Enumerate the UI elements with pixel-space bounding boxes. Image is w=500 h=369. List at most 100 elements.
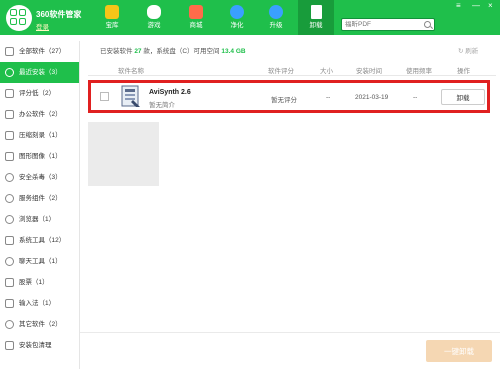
sidebar-item-label: 评分低（2） (19, 90, 56, 97)
sidebar-item-stocks[interactable]: 股票（1） (0, 272, 79, 293)
close-icon[interactable]: × (488, 2, 493, 10)
star-icon (5, 320, 14, 329)
header-action: 操作 (457, 68, 470, 75)
gamepad-icon (147, 5, 161, 19)
star-icon (105, 5, 119, 19)
refresh-icon: ↻ (458, 48, 464, 55)
top-header: 360软件管家 登录 宝库 游戏 商城 净化 升级 卸载 ≡ — × (0, 0, 500, 35)
shield-icon (230, 5, 244, 19)
sidebar-item-all[interactable]: 全部软件（27） (0, 41, 79, 62)
broom-icon (5, 341, 14, 350)
app-name: AviSynth 2.6 (149, 89, 191, 96)
sidebar-item-input-method[interactable]: 输入法（1） (0, 293, 79, 314)
sidebar-item-label: 聊天工具（1） (19, 258, 62, 265)
row-checkbox[interactable] (100, 92, 109, 101)
sidebar-item-label: 系统工具（12） (19, 237, 66, 244)
summary-middle: 款，系统盘（C）可用空间 (143, 48, 220, 55)
nav-label: 升级 (269, 22, 283, 29)
one-key-uninstall-button[interactable]: 一键卸载 (426, 340, 492, 362)
search-box (341, 18, 435, 31)
chart-icon (5, 278, 14, 287)
thumbs-down-icon (5, 89, 14, 98)
chat-bubble-icon (5, 257, 14, 266)
shopping-bag-icon (189, 5, 203, 19)
sidebar-item-system-tools[interactable]: 系统工具（12） (0, 230, 79, 251)
nav-treasury[interactable]: 宝库 (94, 0, 130, 35)
footer-divider (80, 332, 500, 333)
archive-icon (5, 131, 14, 140)
header-rating[interactable]: 软件评分 (268, 65, 294, 75)
sidebar-item-label: 安全杀毒（3） (19, 174, 62, 181)
sidebar-item-label: 办公软件（2） (19, 111, 62, 118)
app-title: 360软件管家 (36, 10, 82, 19)
software-count: 27 (134, 48, 142, 55)
sidebar-item-service[interactable]: 服务组件（2） (0, 188, 79, 209)
summary-prefix: 已安装软件 (100, 48, 133, 55)
header-install-time[interactable]: 安装时间 (356, 65, 382, 75)
nav-label: 宝库 (105, 22, 119, 29)
placeholder-block (88, 122, 159, 186)
nav-store[interactable]: 商城 (178, 0, 214, 35)
sidebar-item-label: 安装包清理 (19, 342, 52, 349)
nav-purify[interactable]: 净化 (219, 0, 255, 35)
wrench-icon (5, 236, 14, 245)
table-row[interactable]: AviSynth 2.6 暂无简介 暂无评分 -- 2021-03-19 -- … (88, 80, 490, 113)
header-name: 软件名称 (118, 68, 144, 75)
sidebar-item-package-cleanup[interactable]: 安装包清理 (0, 335, 79, 356)
briefcase-icon (5, 110, 14, 119)
search-input[interactable] (342, 19, 420, 30)
globe-icon (5, 215, 14, 224)
login-link[interactable]: 登录 (36, 21, 49, 31)
sidebar-item-recent[interactable]: 最近安装（3） (0, 62, 79, 83)
nav-label: 游戏 (147, 22, 161, 29)
nav-upgrade[interactable]: 升级 (258, 0, 294, 35)
shield-icon (5, 173, 14, 182)
header-frequency[interactable]: 使用频率 (406, 65, 432, 75)
category-sidebar: 全部软件（27） 最近安装（3） 评分低（2） 办公软件（2） 压缩刻录（1） … (0, 41, 80, 369)
sidebar-item-graphics[interactable]: 图形图像（1） (0, 146, 79, 167)
app-install-time: 2021-03-19 (355, 94, 389, 101)
sidebar-item-chat[interactable]: 聊天工具（1） (0, 251, 79, 272)
sidebar-item-label: 全部软件（27） (19, 48, 66, 55)
image-icon (5, 152, 14, 161)
app-description: 暂无简介 (149, 102, 175, 109)
table-header: 软件名称 软件评分 大小 安装时间 使用频率 操作 (88, 62, 496, 76)
menu-icon[interactable]: ≡ (456, 2, 461, 10)
arrow-up-icon (269, 5, 283, 19)
uninstall-button[interactable]: 卸载 (441, 89, 485, 105)
sidebar-item-label: 服务组件（2） (19, 195, 62, 202)
clock-icon (5, 68, 14, 77)
sidebar-item-label: 压缩刻录（1） (19, 132, 62, 139)
sidebar-item-low-rating[interactable]: 评分低（2） (0, 83, 79, 104)
free-space: 13.4 GB (221, 48, 246, 55)
refresh-label: 刷新 (465, 48, 479, 55)
app-size: -- (326, 94, 331, 101)
sidebar-item-security[interactable]: 安全杀毒（3） (0, 167, 79, 188)
app-frequency: -- (413, 94, 418, 101)
sidebar-item-other[interactable]: 其它软件（2） (0, 314, 79, 335)
sidebar-item-label: 股票（1） (19, 279, 49, 286)
app-rating: 暂无评分 (271, 97, 297, 104)
keyboard-icon (5, 299, 14, 308)
search-icon[interactable] (424, 21, 431, 28)
sidebar-item-office[interactable]: 办公软件（2） (0, 104, 79, 125)
gear-icon (5, 194, 14, 203)
avisynth-app-icon (121, 85, 140, 107)
sidebar-item-label: 图形图像（1） (19, 153, 62, 160)
sidebar-item-label: 最近安装（3） (19, 69, 62, 76)
nav-label: 净化 (230, 22, 244, 29)
header-size[interactable]: 大小 (320, 65, 333, 75)
sidebar-item-label: 浏览器（1） (19, 216, 56, 223)
install-summary: 已安装软件 27 款，系统盘（C）可用空间 13.4 GB (100, 45, 246, 55)
sidebar-item-compression[interactable]: 压缩刻录（1） (0, 125, 79, 146)
nav-uninstall[interactable]: 卸载 (298, 0, 334, 35)
nav-games[interactable]: 游戏 (136, 0, 172, 35)
grid-icon (5, 47, 14, 56)
sidebar-item-label: 输入法（1） (19, 300, 56, 307)
nav-label: 商城 (189, 22, 203, 29)
minimize-icon[interactable]: — (472, 2, 480, 10)
refresh-button[interactable]: ↻ 刷新 (458, 45, 478, 55)
nav-label: 卸载 (309, 22, 323, 29)
sidebar-item-label: 其它软件（2） (19, 321, 62, 328)
sidebar-item-browser[interactable]: 浏览器（1） (0, 209, 79, 230)
